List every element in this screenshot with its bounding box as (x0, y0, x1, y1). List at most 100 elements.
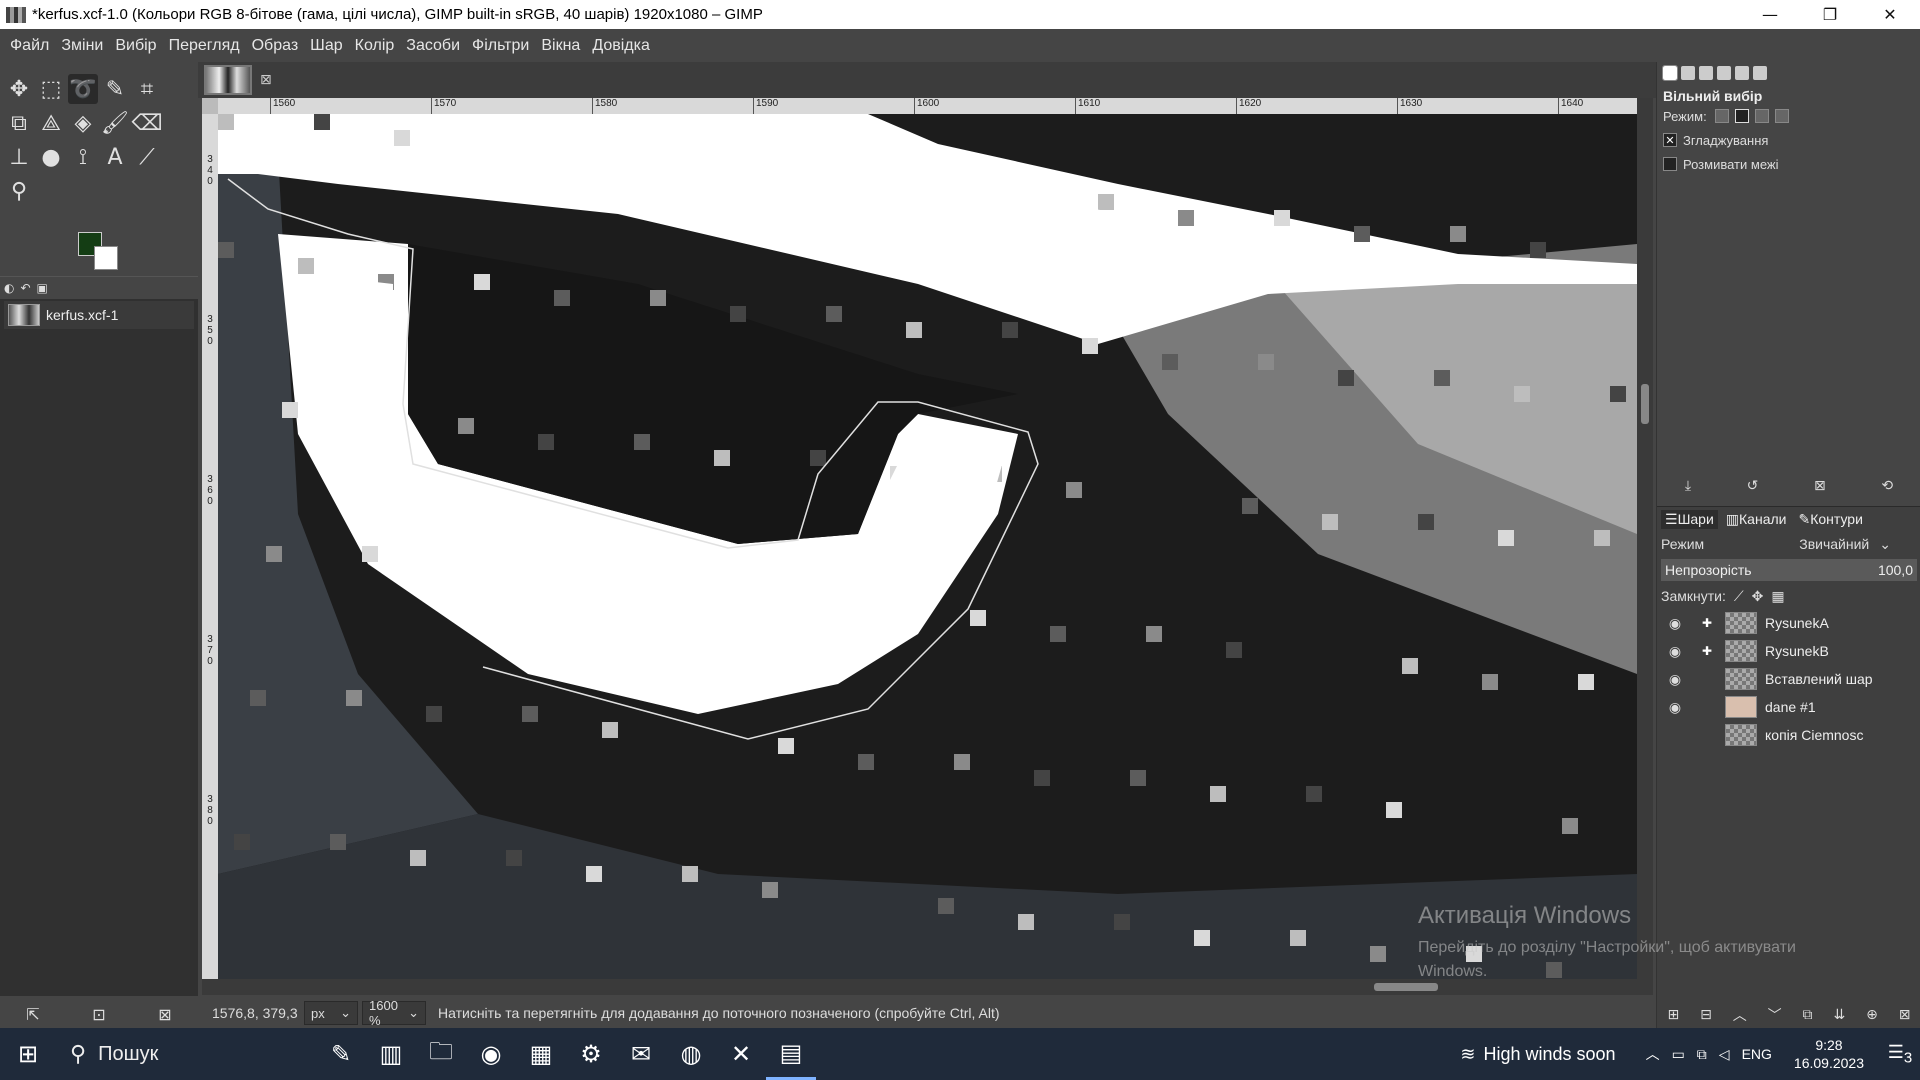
menu-item-7[interactable]: Засоби (400, 37, 466, 55)
restore-preset-icon[interactable]: ↺ (1747, 478, 1759, 494)
mask-layer-icon[interactable]: ⊕ (1866, 1007, 1878, 1023)
visibility-eye-icon[interactable]: ◉ (1663, 615, 1687, 632)
lower-layer-icon[interactable]: ﹀ (1768, 1005, 1782, 1025)
notifications-button[interactable]: ☰3 (1880, 1042, 1920, 1067)
brushes-tab-icon[interactable]: ◐ (4, 281, 14, 295)
bucket-fill-tool-icon[interactable]: ◈ (68, 108, 98, 138)
new-display-icon[interactable]: ⊡ (92, 1005, 105, 1024)
menu-item-6[interactable]: Колір (349, 37, 401, 55)
canvas-pixels[interactable] (218, 114, 1637, 979)
vertical-scroll-thumb[interactable] (1641, 384, 1649, 424)
feather-option[interactable]: Розмивати межі (1657, 152, 1920, 176)
layers-tab-2[interactable]: ✎Контури (1794, 510, 1866, 529)
menu-item-3[interactable]: Перегляд (163, 37, 246, 55)
layers-tab-0[interactable]: ☰Шари (1661, 509, 1718, 529)
menu-item-9[interactable]: Вікна (535, 37, 586, 55)
new-layer-icon[interactable]: ⊞ (1667, 1007, 1679, 1023)
menu-item-10[interactable]: Довідка (586, 37, 656, 55)
store-icon[interactable]: ▦ (516, 1028, 566, 1080)
undo-history-tab-icon[interactable]: ↶ (20, 281, 30, 295)
zoom-select[interactable]: 1600 % ⌄ (362, 998, 426, 1028)
minimize-button[interactable]: — (1740, 0, 1800, 29)
vertical-scrollbar[interactable] (1637, 98, 1653, 979)
image-canvas[interactable] (218, 114, 1637, 979)
fuzzy-select-tool-icon[interactable]: ✎ (100, 74, 130, 104)
layer-row[interactable]: ◉ ✚ RysunekB (1657, 637, 1920, 665)
file-explorer-icon[interactable]: 🗀 (416, 1028, 466, 1080)
smudge-tool-icon[interactable]: ● (36, 142, 66, 172)
tray-chevron-up-icon[interactable]: ︿ (1646, 1044, 1660, 1064)
feather-checkbox[interactable] (1663, 157, 1677, 171)
lock-pixels-icon[interactable]: ⟋ (1734, 588, 1744, 605)
clone-tool-icon[interactable]: ⊥ (4, 142, 34, 172)
merge-layer-icon[interactable]: ⇊ (1833, 1007, 1845, 1023)
delete-image-icon[interactable]: ⊠ (158, 1005, 171, 1024)
link-chain-icon[interactable]: ✚ (1697, 616, 1717, 630)
layers-tab-1[interactable]: ▥Канали (1722, 510, 1791, 529)
delete-layer-icon[interactable]: ⊠ (1899, 1007, 1911, 1023)
image-tab-thumbnail[interactable] (204, 65, 252, 95)
unit-select[interactable]: px ⌄ (304, 1001, 358, 1025)
close-button[interactable]: ✕ (1860, 0, 1920, 29)
rect-select-tool-icon[interactable]: ⬚ (36, 74, 66, 104)
reset-options-icon[interactable]: ⟲ (1881, 478, 1893, 494)
mode-add-icon[interactable] (1734, 109, 1749, 123)
taskbar-search[interactable]: ⚲ Пошук (56, 1028, 316, 1080)
layer-row[interactable]: ◉ Вставлений шар (1657, 665, 1920, 693)
layer-mode-select[interactable]: Звичайний ⌄ (1799, 536, 1891, 553)
gradients-tab-icon[interactable] (1753, 66, 1767, 80)
duplicate-layer-icon[interactable]: ⧉ (1803, 1007, 1813, 1023)
battery-icon[interactable]: ▭ (1672, 1046, 1685, 1063)
menu-item-2[interactable]: Вибір (109, 37, 162, 55)
maximize-button[interactable]: ❐ (1800, 0, 1860, 29)
raise-layer-icon[interactable]: ︿ (1733, 1005, 1747, 1025)
color-picker-tool-icon[interactable]: ⟋ (132, 142, 162, 172)
zoom-tool-icon[interactable]: ⚲ (4, 176, 34, 206)
task-view-icon[interactable]: ▥ (366, 1028, 416, 1080)
menu-item-8[interactable]: Фільтри (466, 37, 535, 55)
chrome-icon[interactable]: ◍ (666, 1028, 716, 1080)
edge-browser-icon[interactable]: ◉ (466, 1028, 516, 1080)
mode-intersect-icon[interactable] (1774, 109, 1789, 123)
new-group-icon[interactable]: ⊟ (1700, 1007, 1712, 1023)
mode-subtract-icon[interactable] (1754, 109, 1769, 123)
antialias-option[interactable]: ✕ Згладжування (1657, 128, 1920, 152)
visibility-eye-icon[interactable]: ◉ (1663, 699, 1687, 716)
layer-row[interactable]: ◉ dane #1 (1657, 693, 1920, 721)
close-image-tab-icon[interactable]: ⊠ (260, 72, 272, 88)
free-select-tool-icon[interactable]: ➰ (68, 74, 98, 104)
start-button[interactable]: ⊞ (0, 1028, 56, 1080)
palettes-tab-icon[interactable] (1717, 66, 1731, 80)
horizontal-scroll-thumb[interactable] (1374, 983, 1438, 991)
gimp-taskbar-icon[interactable]: ▤ (766, 1028, 816, 1080)
move-tool-icon[interactable]: ✥ (4, 74, 34, 104)
eraser-tool-icon[interactable]: ⌫ (131, 108, 162, 138)
fonts-tab-icon[interactable] (1699, 66, 1713, 80)
opacity-slider[interactable]: Непрозорість 100,0 (1661, 559, 1917, 581)
lock-alpha-icon[interactable]: ▦ (1771, 588, 1784, 605)
layer-row[interactable]: копія Ciemnosc (1657, 721, 1920, 749)
link-chain-icon[interactable]: ✚ (1697, 644, 1717, 658)
terminal-app-icon[interactable]: ✕ (716, 1028, 766, 1080)
navigate-corner-button[interactable] (202, 98, 218, 114)
text-tool-icon[interactable]: A (100, 142, 130, 172)
horizontal-scrollbar[interactable] (202, 979, 1653, 995)
visibility-eye-icon[interactable]: ◉ (1663, 643, 1687, 660)
antialias-checkbox[interactable]: ✕ (1663, 133, 1677, 147)
settings-icon[interactable]: ⚙ (566, 1028, 616, 1080)
visibility-eye-icon[interactable]: ◉ (1663, 671, 1687, 688)
mode-replace-icon[interactable] (1714, 109, 1729, 123)
menu-item-0[interactable]: Файл (4, 37, 55, 55)
tool-options-tab-icon[interactable] (1662, 65, 1678, 81)
menu-item-1[interactable]: Зміни (55, 37, 109, 55)
paths-tool-icon[interactable]: ⟟ (68, 142, 98, 172)
language-indicator[interactable]: ENG (1742, 1046, 1772, 1062)
volume-icon[interactable]: ◁ (1719, 1046, 1730, 1063)
weather-widget[interactable]: ≋ High winds soon (1460, 1044, 1615, 1065)
device-status-tab-icon[interactable] (1681, 66, 1695, 80)
warp-transform-tool-icon[interactable]: ⟁ (36, 108, 66, 138)
clock[interactable]: 9:28 16.09.2023 (1794, 1036, 1864, 1072)
widgets-app-icon[interactable]: ✎ (316, 1028, 366, 1080)
menu-item-4[interactable]: Образ (246, 37, 305, 55)
network-icon[interactable]: ⧉ (1697, 1046, 1707, 1063)
